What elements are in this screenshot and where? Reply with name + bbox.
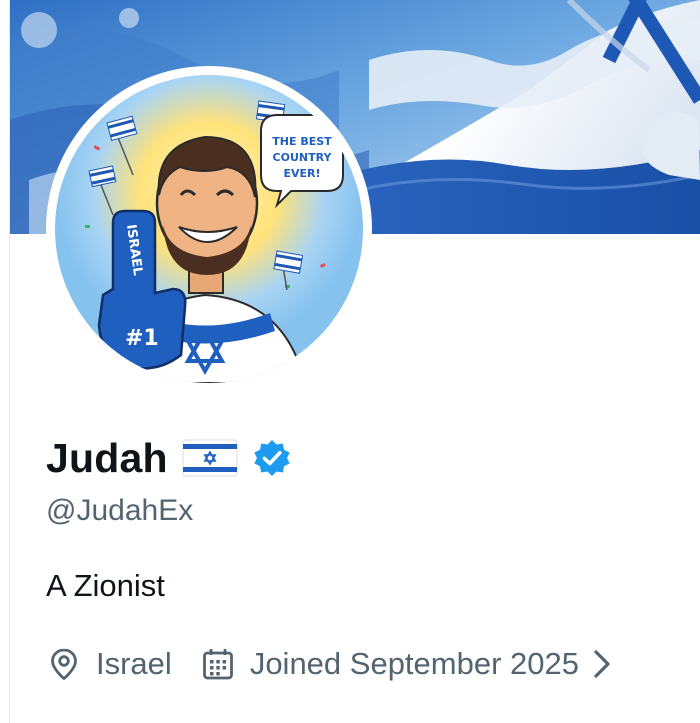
avatar-cartoon-image: THE BEST COUNTRY EVER! ISRAEL #1 bbox=[55, 75, 363, 383]
svg-text:#1: #1 bbox=[125, 326, 159, 351]
svg-text:THE BEST: THE BEST bbox=[272, 135, 332, 148]
display-name: Judah bbox=[46, 434, 168, 481]
joined-text: Joined September 2025 bbox=[249, 646, 579, 681]
verified-badge-icon[interactable] bbox=[252, 438, 292, 478]
chevron-right-icon[interactable] bbox=[589, 647, 615, 681]
calendar-icon bbox=[202, 649, 233, 680]
name-row: Judah bbox=[46, 432, 292, 484]
location-pin-icon bbox=[51, 648, 77, 680]
svg-text:COUNTRY: COUNTRY bbox=[273, 151, 333, 164]
location-item: Israel bbox=[46, 646, 172, 682]
profile-bio: A Zionist bbox=[46, 568, 165, 603]
israel-flag-icon bbox=[182, 439, 238, 477]
profile-meta: Israel Joined September 2025 bbox=[46, 640, 615, 688]
left-border bbox=[0, 0, 10, 723]
joined-item: Joined September 2025 bbox=[200, 646, 579, 682]
avatar[interactable]: THE BEST COUNTRY EVER! ISRAEL #1 bbox=[55, 75, 363, 383]
profile-handle: @JudahEx bbox=[46, 494, 194, 527]
svg-text:EVER!: EVER! bbox=[283, 167, 320, 180]
location-text: Israel bbox=[96, 646, 172, 681]
